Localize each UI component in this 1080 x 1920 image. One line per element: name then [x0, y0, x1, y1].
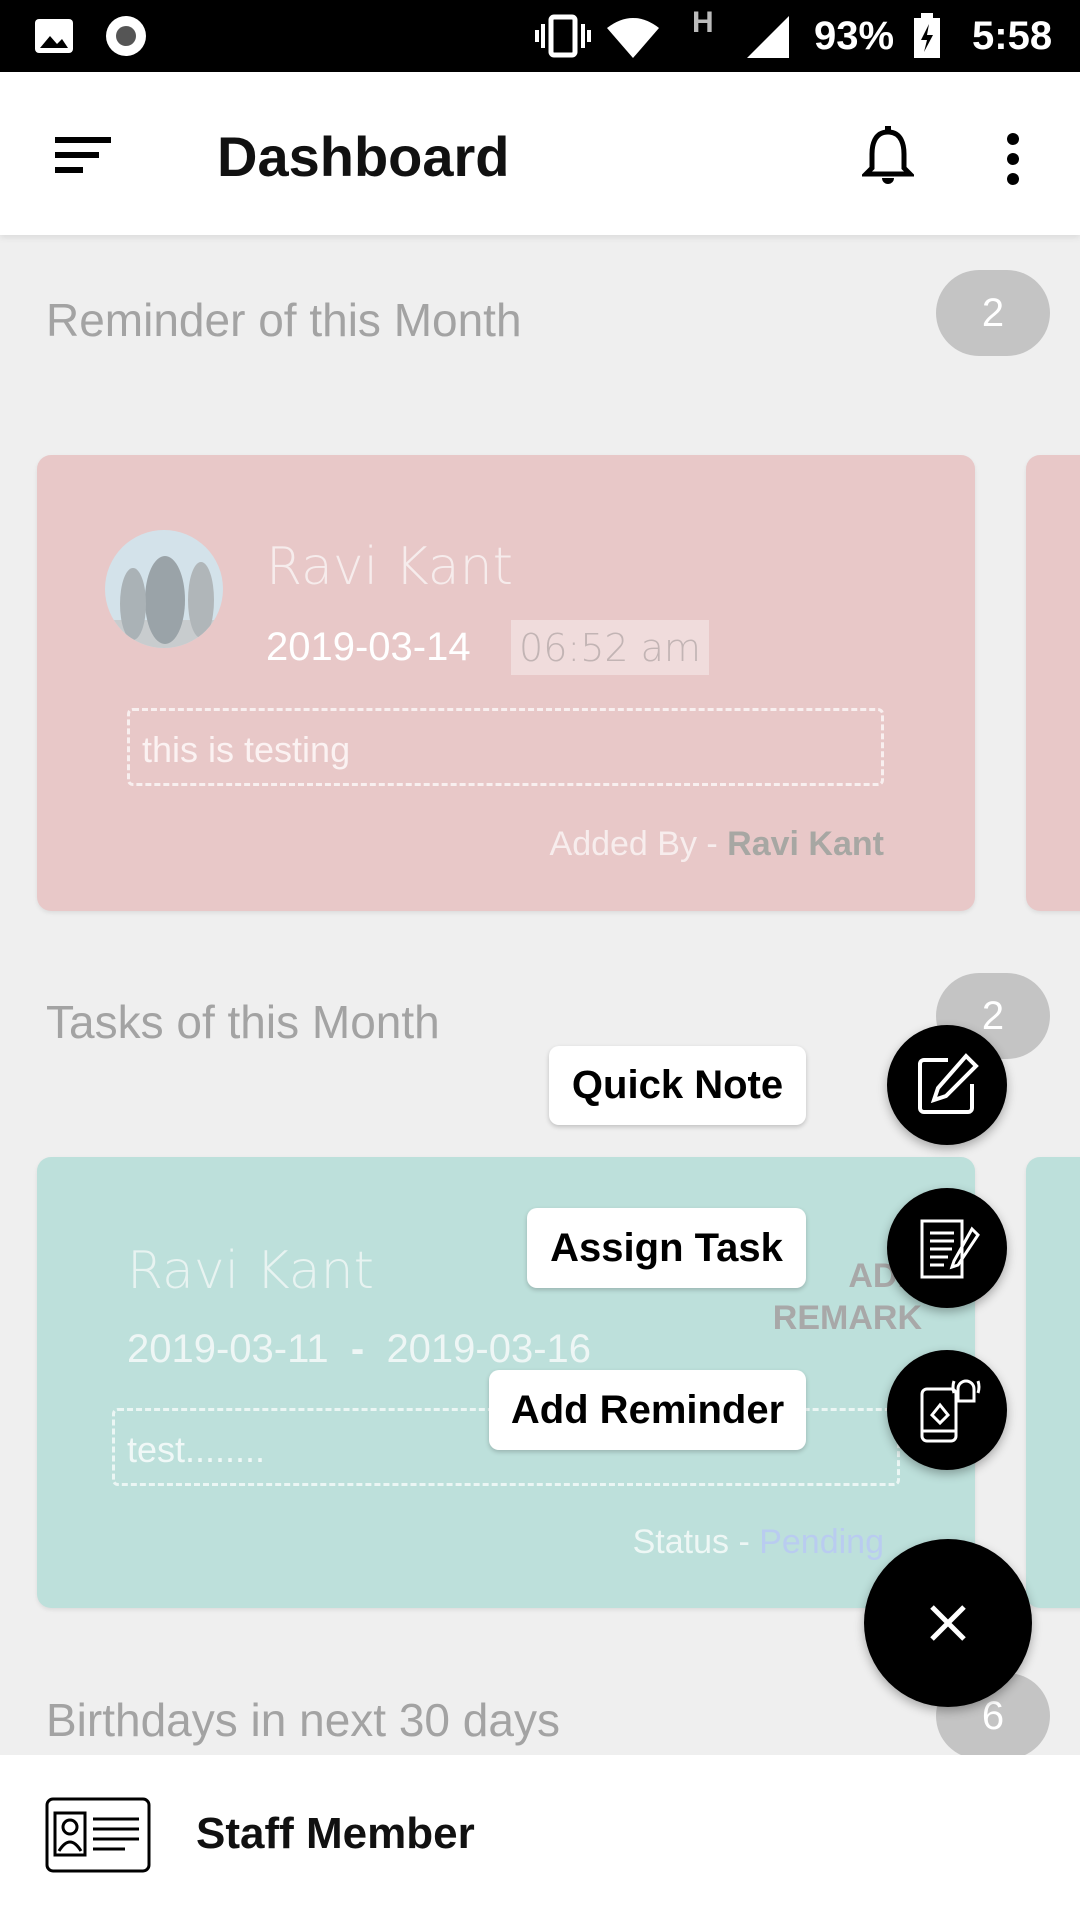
network-type: H: [692, 6, 714, 39]
reminder-date: 2019-03-14: [266, 625, 471, 669]
phone-alarm-icon: [920, 1379, 981, 1443]
vibrate-icon: [535, 14, 591, 58]
app-bar: Dashboard: [0, 72, 1080, 235]
reminders-count-badge: 2: [936, 270, 1050, 356]
task-start-date: 2019-03-11: [127, 1327, 329, 1371]
add-reminder-fab[interactable]: [887, 1350, 1007, 1470]
battery-charging-icon: [914, 13, 940, 58]
next-task-card[interactable]: [1026, 1157, 1080, 1608]
add-reminder-label[interactable]: Add Reminder: [489, 1370, 806, 1450]
added-by-label: Added By -: [549, 825, 728, 863]
birthdays-section-title: Birthdays in next 30 days: [46, 1694, 560, 1746]
reminder-person-name: Ravi Kant: [266, 537, 513, 597]
more-options-icon[interactable]: [1004, 132, 1022, 186]
document-pen-icon: [920, 1219, 980, 1279]
next-reminder-card[interactable]: [1026, 455, 1080, 911]
bottom-bar[interactable]: Staff Member: [0, 1755, 1080, 1920]
task-note: test........: [127, 1429, 266, 1470]
wifi-icon: [607, 18, 659, 58]
signal-icon: [747, 16, 789, 58]
staff-member-label[interactable]: Staff Member: [196, 1809, 475, 1859]
quick-note-label[interactable]: Quick Note: [549, 1046, 806, 1125]
quick-note-fab[interactable]: [887, 1025, 1007, 1145]
reminder-card[interactable]: Ravi Kant 2019-03-14 06:52 am this is te…: [37, 455, 975, 911]
task-date-range: 2019-03-11 - 2019-03-16: [127, 1327, 591, 1372]
page-title: Dashboard: [217, 125, 510, 188]
task-end-date: 2019-03-16: [386, 1327, 592, 1371]
close-fab-menu-button[interactable]: [864, 1539, 1032, 1707]
status-bar: H 93% 5:58: [0, 0, 1080, 72]
added-by-name: Ravi Kant: [727, 825, 884, 863]
task-status: Status - Pending: [633, 1523, 884, 1562]
status-value: Pending: [759, 1523, 884, 1561]
close-icon: [930, 1605, 966, 1641]
avatar: [105, 530, 223, 648]
battery-percent: 93%: [814, 14, 895, 58]
assign-task-label[interactable]: Assign Task: [527, 1208, 806, 1288]
clock: 5:58: [972, 14, 1053, 58]
menu-icon[interactable]: [55, 136, 113, 176]
task-person-name: Ravi Kant: [127, 1241, 374, 1301]
tasks-section-title: Tasks of this Month: [46, 996, 440, 1048]
reminders-section-title: Reminder of this Month: [46, 294, 522, 346]
date-separator: -: [350, 1327, 365, 1371]
staff-id-card-icon: [45, 1797, 151, 1873]
added-by: Added By - Ravi Kant: [550, 825, 884, 864]
record-icon: [106, 16, 146, 56]
edit-note-icon: [918, 1053, 979, 1114]
assign-task-fab[interactable]: [887, 1188, 1007, 1308]
reminder-note: this is testing: [142, 729, 351, 770]
notification-bell-icon[interactable]: [862, 126, 914, 188]
image-icon: [35, 19, 73, 53]
reminder-time: 06:52 am: [511, 620, 709, 675]
reminder-note-box: this is testing: [127, 708, 884, 786]
status-label: Status -: [632, 1523, 760, 1561]
